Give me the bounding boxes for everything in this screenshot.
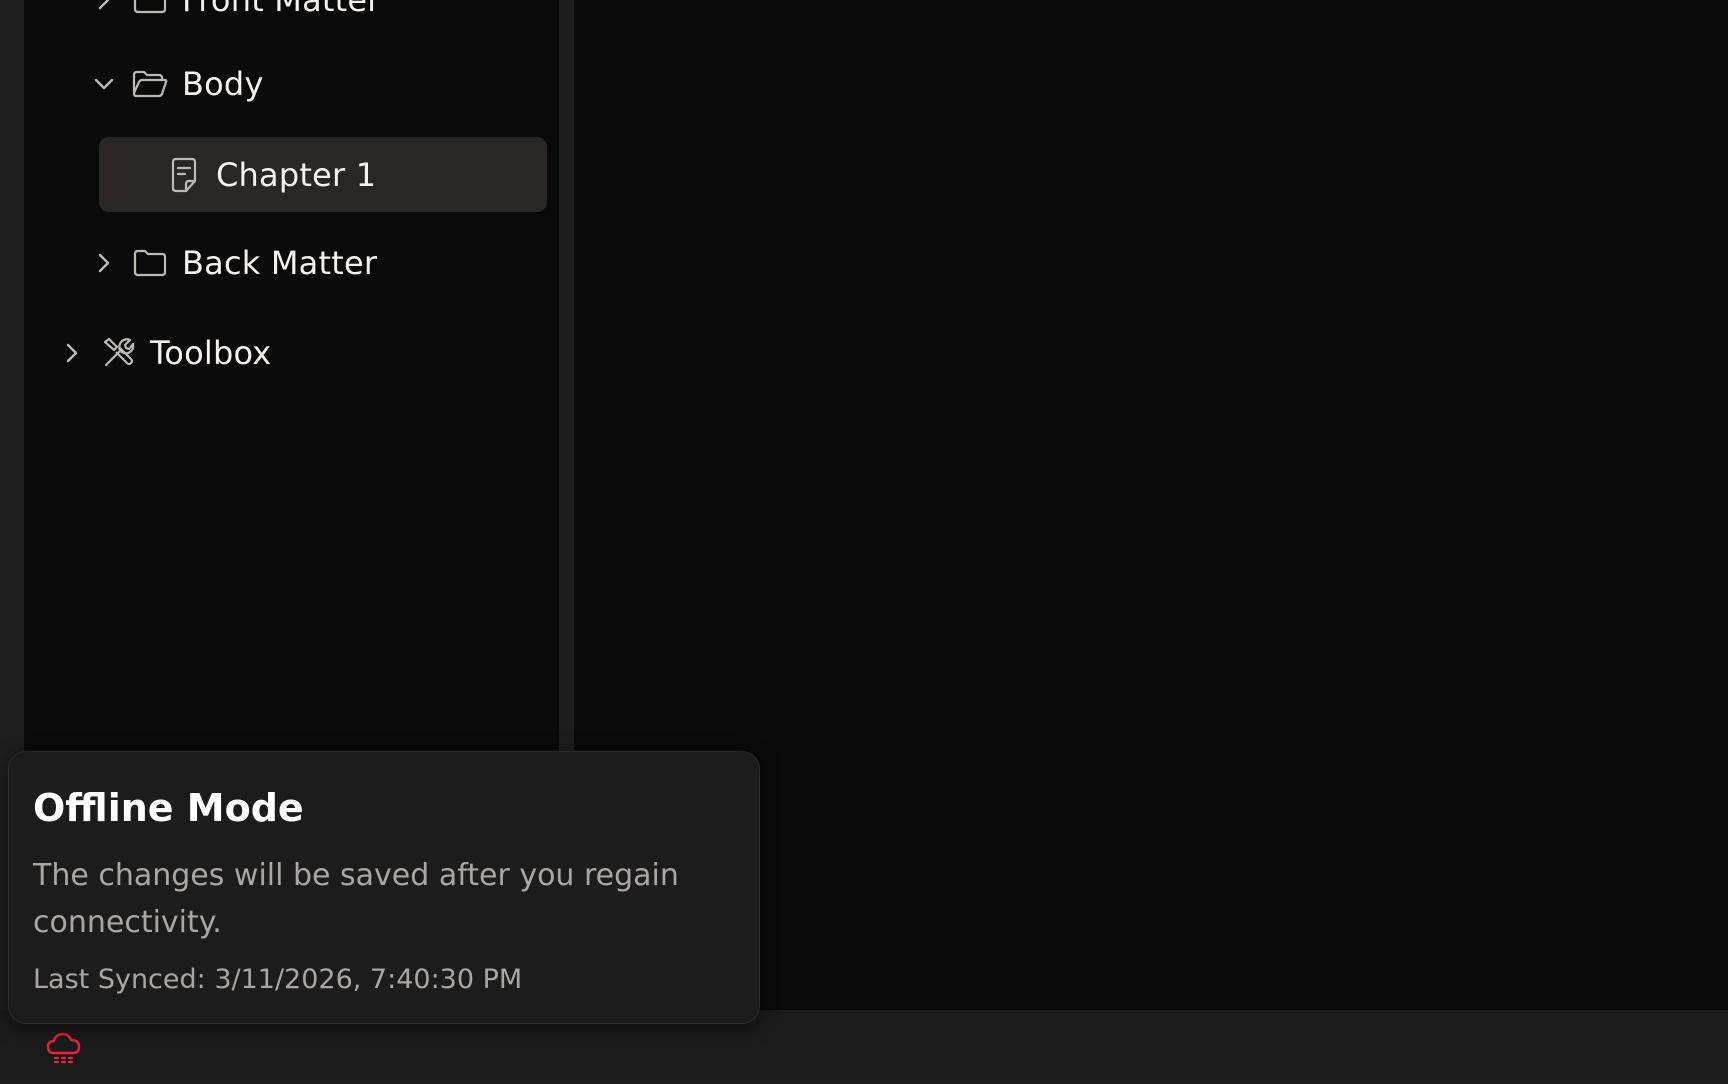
- tools-icon: [98, 333, 138, 373]
- popover-message: The changes will be saved after you rega…: [33, 858, 679, 940]
- cloud-offline-icon[interactable]: [44, 1030, 84, 1066]
- tree-item-front-matter[interactable]: Front Matter: [92, 0, 381, 36]
- tree-item-label: Back Matter: [182, 244, 378, 282]
- tree-item-label: Body: [182, 65, 264, 103]
- tree-item-label: Front Matter: [182, 0, 381, 19]
- app-window: Front Matter Body Chapter 1 Back Matter …: [0, 0, 1728, 1084]
- folder-icon: [130, 243, 170, 283]
- tree-item-chapter-1[interactable]: Chapter 1: [99, 137, 547, 212]
- chevron-right-icon[interactable]: [92, 251, 116, 275]
- tree-item-label: Toolbox: [150, 334, 272, 372]
- tree-item-label: Chapter 1: [216, 155, 377, 194]
- tree-item-toolbox[interactable]: Toolbox: [60, 317, 271, 389]
- offline-mode-popover: Offline Mode The changes will be saved a…: [8, 751, 760, 1024]
- chevron-right-icon[interactable]: [92, 0, 116, 12]
- last-synced-text: Last Synced: 3/11/2026, 7:40:30 PM: [33, 964, 523, 995]
- tree-item-back-matter[interactable]: Back Matter: [92, 227, 377, 299]
- tree-item-body[interactable]: Body: [92, 48, 264, 120]
- document-icon: [164, 155, 204, 195]
- folder-icon: [130, 0, 170, 20]
- chevron-down-icon[interactable]: [92, 72, 116, 96]
- chevron-right-icon[interactable]: [60, 341, 84, 365]
- popover-title: Offline Mode: [33, 786, 304, 830]
- folder-open-icon: [130, 64, 170, 104]
